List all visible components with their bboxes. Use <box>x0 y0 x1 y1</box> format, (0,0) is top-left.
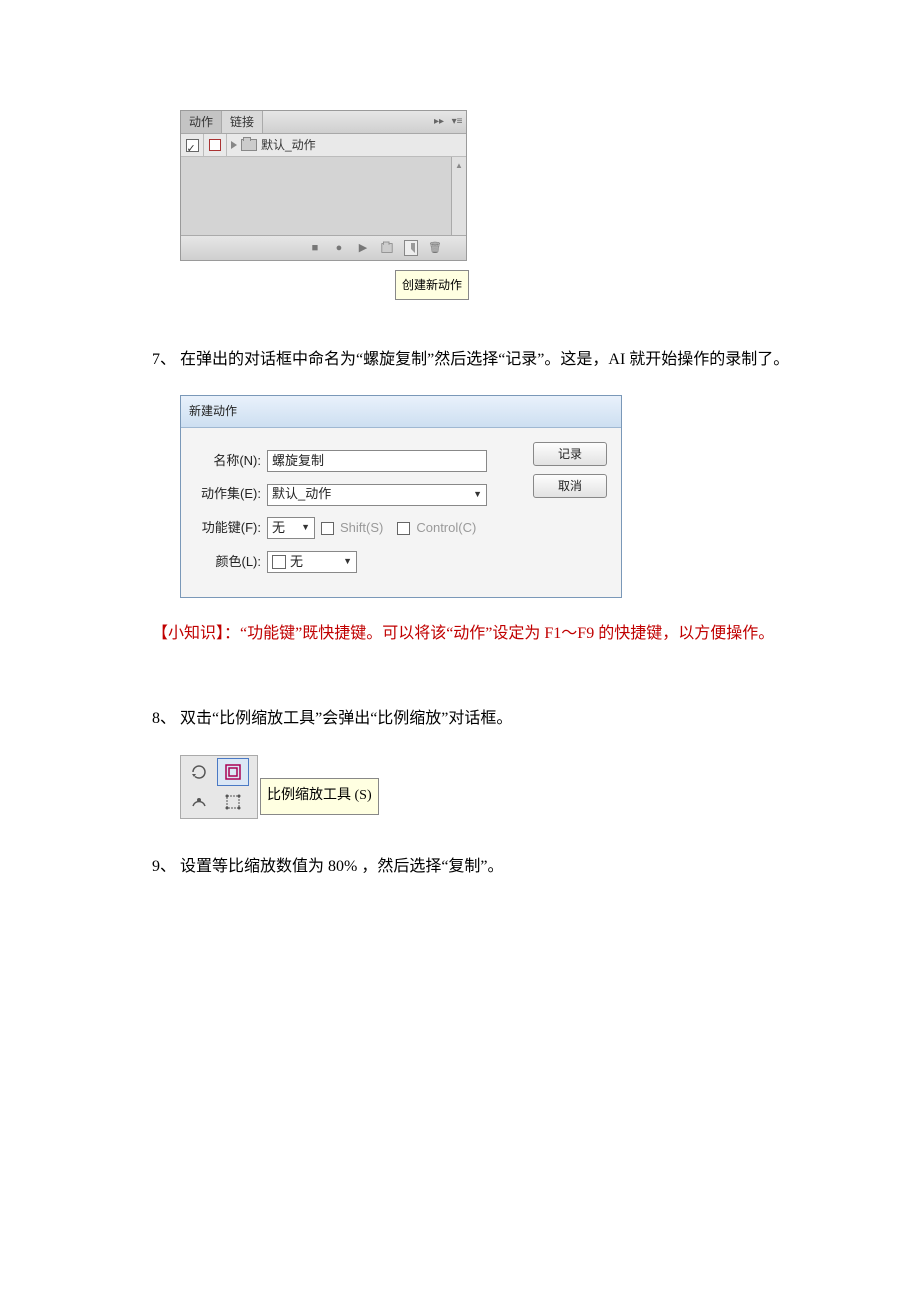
freetransform-tool-icon[interactable] <box>217 788 249 816</box>
new-set-icon[interactable] <box>380 241 394 255</box>
expand-icon[interactable] <box>231 141 237 149</box>
scale-tool-tooltip: 比例缩放工具 (S) <box>260 778 379 815</box>
actions-panel: 动作 链接 ▸▸ ▾≡ 默认_动作 ■ ● ▶ <box>180 110 467 261</box>
set-select[interactable]: 默认_动作▼ <box>267 484 487 506</box>
tab-actions[interactable]: 动作 <box>181 111 222 133</box>
chevron-down-icon: ▼ <box>473 485 482 505</box>
record-icon[interactable]: ● <box>332 241 346 255</box>
record-button[interactable]: 记录 <box>533 442 607 466</box>
dialog-toggle-icon[interactable] <box>209 139 221 151</box>
fkey-select[interactable]: 无▼ <box>267 517 315 539</box>
step-8-text: 8、 双击“比例缩放工具”会弹出“比例缩放”对话框。 <box>120 701 800 736</box>
action-row[interactable]: 默认_动作 <box>181 134 466 157</box>
record-button-label: 记录 <box>558 441 582 467</box>
tip-text: 【小知识】：“功能键”既快捷键。可以将该“动作”设定为 F1～F9 的快捷键，以… <box>120 616 800 651</box>
shift-label: Shift(S) <box>340 514 383 543</box>
rotate-tool-icon[interactable] <box>183 758 215 786</box>
dialog-title: 新建动作 <box>181 396 621 427</box>
delete-icon[interactable]: 🗑 <box>428 241 442 255</box>
name-value: 螺旋复制 <box>272 447 324 476</box>
scale-tool-figure: 比例缩放工具 (S) <box>180 755 800 819</box>
cancel-button-label: 取消 <box>558 473 582 499</box>
toggle-check-icon[interactable] <box>186 139 199 152</box>
tab-actions-label: 动作 <box>189 109 213 135</box>
shift-checkbox[interactable] <box>321 522 334 535</box>
fkey-label: 功能键(F): <box>195 514 261 543</box>
set-value: 默认_动作 <box>272 480 331 509</box>
play-icon[interactable]: ▶ <box>356 241 370 255</box>
step-7-text: 7、 在弹出的对话框中命名为“螺旋复制”然后选择“记录”。这是，AI 就开始操作… <box>120 342 800 377</box>
ctrl-label: Control(C) <box>416 514 476 543</box>
new-action-dialog: 新建动作 名称(N): 螺旋复制 动作集(E): 默认_动作▼ 功能键(F): … <box>180 395 622 598</box>
color-value: 无 <box>290 548 303 577</box>
name-label: 名称(N): <box>195 447 261 476</box>
action-row-label: 默认_动作 <box>261 132 316 158</box>
toolbar-section <box>180 755 258 819</box>
color-label: 颜色(L): <box>195 548 261 577</box>
color-swatch-icon <box>272 555 286 569</box>
color-select[interactable]: 无▼ <box>267 551 357 573</box>
panel-body <box>181 157 466 235</box>
name-input[interactable]: 螺旋复制 <box>267 450 487 472</box>
step-9-text: 9、 设置等比缩放数值为 80% ，然后选择“复制”。 <box>120 849 800 884</box>
chevron-down-icon: ▼ <box>343 552 352 572</box>
folder-icon <box>241 139 257 151</box>
collapse-icon[interactable]: ▸▸ <box>432 115 446 129</box>
chevron-down-icon: ▼ <box>301 518 310 538</box>
panel-footer: ■ ● ▶ 🗑 <box>181 235 466 260</box>
scrollbar[interactable] <box>451 157 466 235</box>
fkey-value: 无 <box>272 514 285 543</box>
scale-tool-icon[interactable] <box>217 758 249 786</box>
ctrl-checkbox[interactable] <box>397 522 410 535</box>
new-action-tooltip: 创建新动作 <box>395 270 469 300</box>
stop-icon[interactable]: ■ <box>308 241 322 255</box>
new-action-button[interactable] <box>404 241 418 255</box>
set-label: 动作集(E): <box>195 480 261 509</box>
panel-tabbar: 动作 链接 ▸▸ ▾≡ <box>181 111 466 134</box>
cancel-button[interactable]: 取消 <box>533 474 607 498</box>
tab-links[interactable]: 链接 <box>222 111 263 133</box>
panel-menu-icon[interactable]: ▾≡ <box>450 115 464 129</box>
warp-tool-icon[interactable] <box>183 788 215 816</box>
